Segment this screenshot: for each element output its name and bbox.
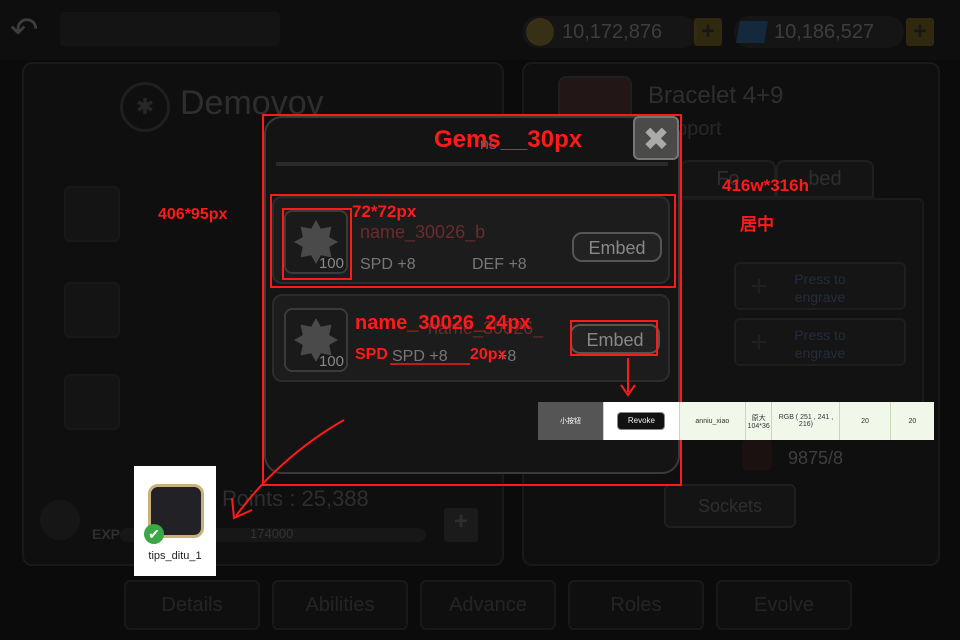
spec-size: 原大 104*36 bbox=[746, 402, 773, 440]
revoke-sample-button: Revoke bbox=[617, 412, 666, 430]
spec-color: RGB ( 251 , 241 , 216) bbox=[772, 402, 841, 440]
spec-table: 小按钮 Revoke anniu_xiao 原大 104*36 RGB ( 25… bbox=[538, 402, 934, 440]
tips-label: tips_ditu_1 bbox=[148, 550, 202, 562]
spec-preview: Revoke bbox=[604, 402, 680, 440]
spec-asset: anniu_xiao bbox=[680, 402, 746, 440]
tips-card: ✔ tips_ditu_1 bbox=[134, 466, 216, 576]
spec-type: 小按钮 bbox=[538, 402, 604, 440]
spec-value: 20 bbox=[908, 417, 917, 425]
check-icon: ✔ bbox=[144, 524, 164, 544]
spec-value: 20 bbox=[840, 402, 891, 440]
